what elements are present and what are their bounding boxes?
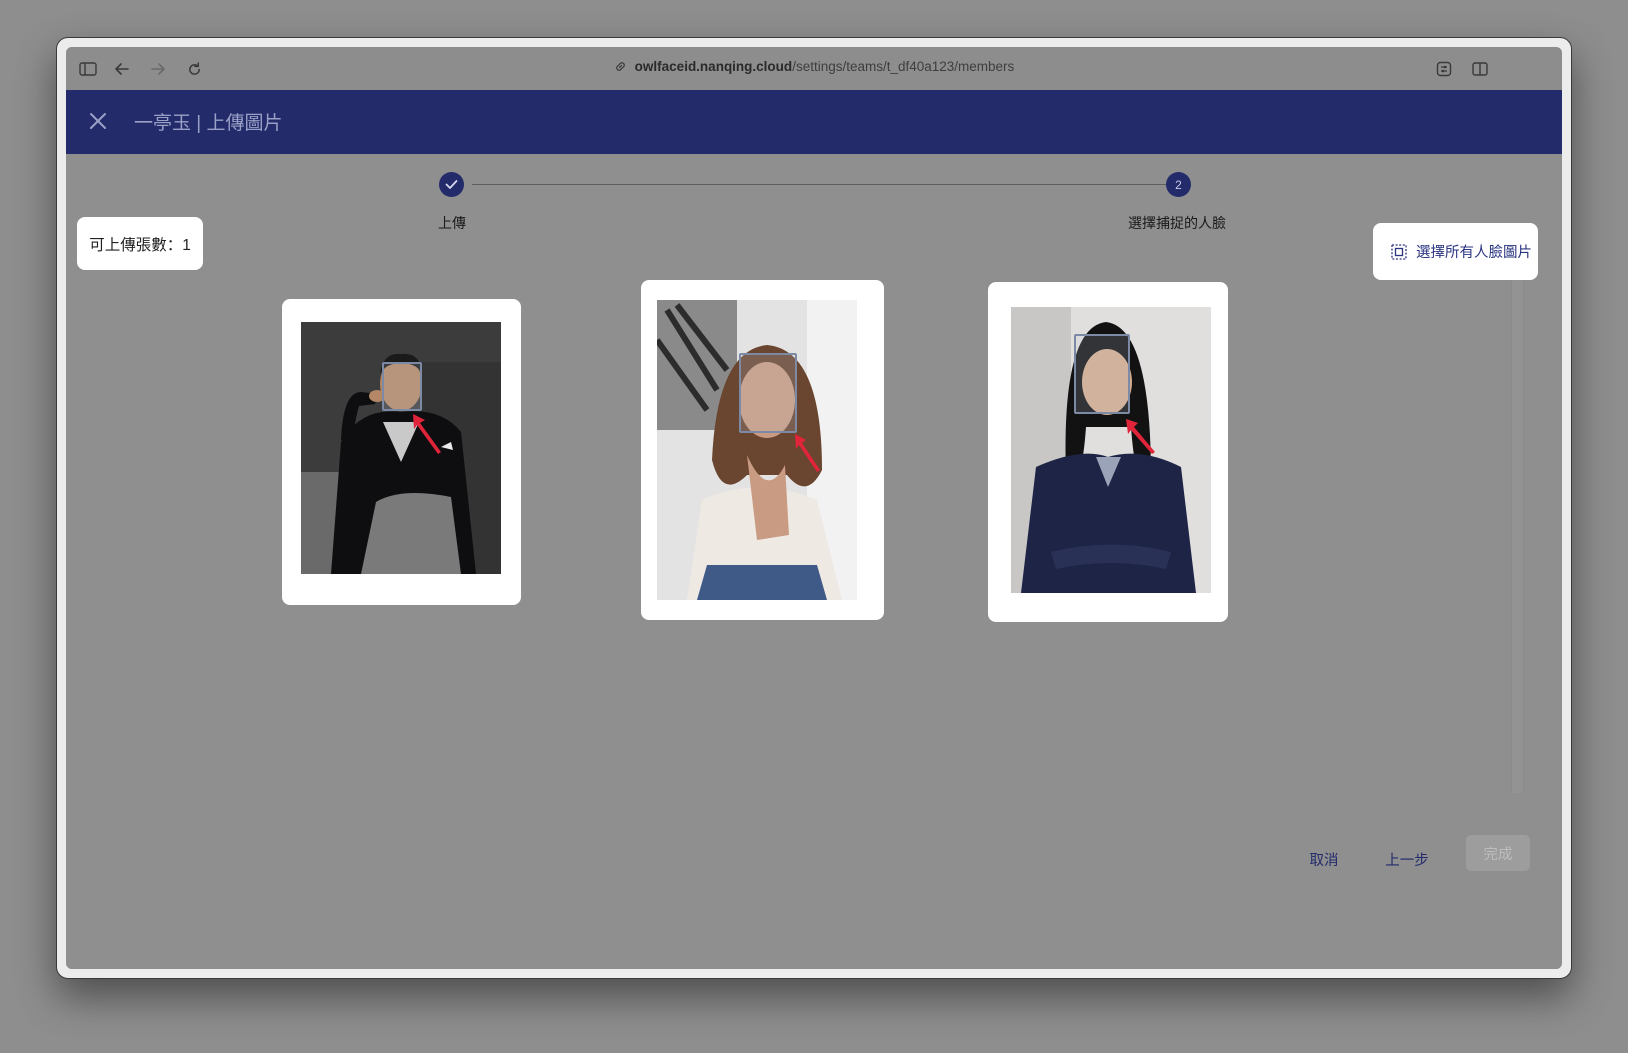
url-path: /settings/teams/t_df40a123/members — [792, 59, 1015, 74]
close-icon[interactable] — [88, 111, 110, 133]
extensions-icon[interactable] — [1433, 58, 1455, 80]
detected-face-box[interactable] — [1074, 334, 1130, 414]
select-all-label: 選擇所有人臉圖片 — [1416, 245, 1532, 261]
photo-card-3[interactable] — [988, 282, 1228, 622]
dialog-title: 一亭玉 | 上傳圖片 — [134, 113, 283, 134]
finish-button[interactable]: 完成 — [1466, 835, 1530, 871]
scrollbar[interactable] — [1511, 280, 1524, 793]
step-2-label: 選擇捕捉的人臉 — [1128, 215, 1226, 231]
pointer-arrow-icon — [795, 434, 820, 472]
stepper-connector — [472, 184, 1172, 185]
browser-viewport: owlfaceid.nanqing.cloud/settings/teams/t… — [66, 47, 1562, 969]
browser-toolbar: owlfaceid.nanqing.cloud/settings/teams/t… — [66, 47, 1562, 90]
split-view-icon[interactable] — [1469, 58, 1491, 80]
photo-1 — [301, 322, 501, 574]
photo-card-2[interactable] — [641, 280, 884, 620]
photo-3 — [1011, 307, 1211, 593]
link-icon — [614, 60, 627, 76]
url-host: owlfaceid.nanqing.cloud — [634, 59, 793, 74]
previous-step-button[interactable]: 上一步 — [1377, 842, 1437, 876]
step-1-check-icon — [439, 172, 464, 197]
step-1-label: 上傳 — [438, 215, 466, 231]
select-all-faces-button[interactable]: 選擇所有人臉圖片 — [1373, 223, 1538, 280]
photo-2 — [657, 300, 857, 600]
detected-face-box[interactable] — [382, 362, 422, 411]
select-all-icon — [1391, 243, 1407, 260]
cancel-button[interactable]: 取消 — [1299, 842, 1349, 876]
detected-face-box[interactable] — [739, 353, 797, 433]
photo-card-1[interactable] — [282, 299, 521, 605]
address-bar[interactable]: owlfaceid.nanqing.cloud/settings/teams/t… — [66, 59, 1562, 76]
pointer-arrow-icon — [413, 414, 441, 454]
upload-quota-badge: 可上傳張數：1 — [77, 217, 203, 270]
pointer-arrow-icon — [1126, 419, 1155, 454]
step-2-indicator: 2 — [1166, 172, 1191, 197]
dialog-header: 一亭玉 | 上傳圖片 — [66, 90, 1562, 154]
browser-window: owlfaceid.nanqing.cloud/settings/teams/t… — [56, 37, 1572, 979]
dialog-content: 上傳 2 選擇捕捉的人臉 可上傳張數：1 選擇所有人臉圖片 取消 上一步 完成 — [66, 154, 1562, 969]
